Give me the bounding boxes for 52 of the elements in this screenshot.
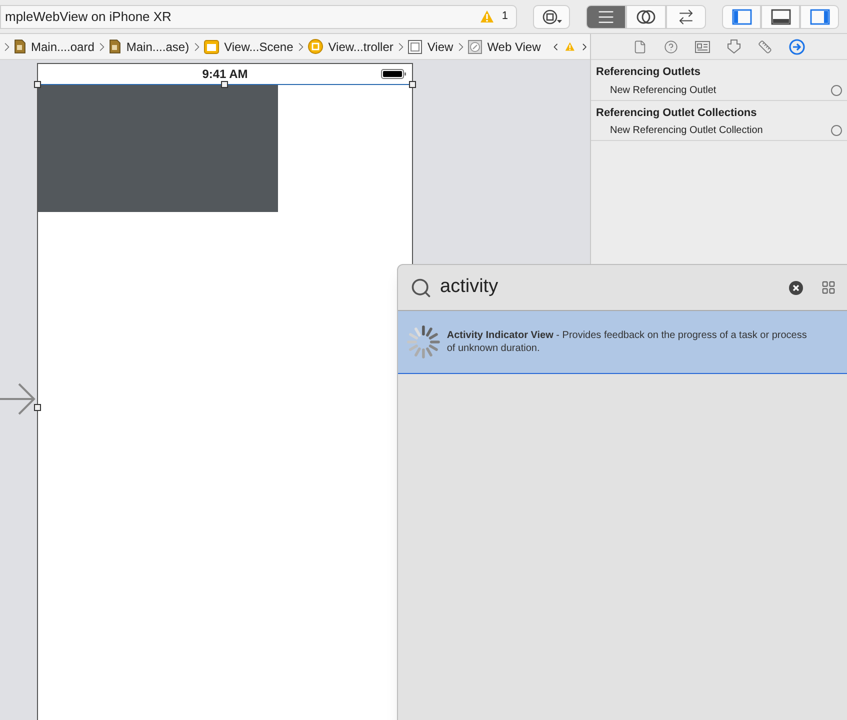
search-field[interactable]: activity: [440, 273, 781, 302]
library-result[interactable]: Activity Indicator View - Provides feedback on the progress of a task or process of unknown duration.: [398, 311, 847, 374]
panel-toggle[interactable]: [722, 4, 761, 28]
compass-icon: [468, 40, 482, 54]
grid-view-icon[interactable]: [821, 280, 836, 295]
editor-mode-tab[interactable]: [626, 4, 666, 28]
breadcrumb-item[interactable]: View: [408, 38, 454, 56]
document-icon: [109, 39, 122, 54]
breadcrumb-item[interactable]: Main....ase): [109, 38, 190, 56]
editor-mode-tab[interactable]: [666, 4, 706, 28]
status-time: 9:41 AM: [202, 66, 248, 83]
scene-icon: [204, 40, 220, 54]
panel-layout-icon: [810, 8, 830, 24]
arrow-circle-icon[interactable]: [789, 38, 805, 54]
scheme-field[interactable]: mpleWebView on iPhone XR 1: [0, 4, 518, 28]
target-dropdown-icon: [540, 8, 563, 24]
document-icon: [14, 39, 26, 54]
warning-icon: [480, 10, 494, 23]
resize-handle[interactable]: [34, 404, 41, 411]
breadcrumb-item[interactable]: Web View: [468, 38, 542, 56]
section-title: Referencing Outlets: [595, 65, 702, 80]
search-icon: [410, 276, 432, 298]
entry-arrow-icon: [0, 382, 36, 416]
resize-handle[interactable]: [34, 81, 41, 88]
overlapping-circles-icon: [636, 8, 656, 24]
arrows-icon: [677, 8, 695, 26]
section-title: Referencing Outlet Collections: [595, 106, 758, 120]
id-card-icon[interactable]: [695, 40, 710, 52]
resize-handle[interactable]: [221, 81, 228, 88]
result-description: Activity Indicator View - Provides feedback on the progress of a task or process of unknown duration.: [446, 329, 808, 355]
controller-icon: [308, 39, 324, 54]
file-icon[interactable]: [633, 40, 647, 54]
outlet-label: New Referencing Outlet: [610, 84, 716, 98]
panel-layout-icon: [732, 8, 752, 24]
editor-mode-tab[interactable]: [586, 4, 626, 28]
breadcrumb-item[interactable]: Main....oard: [14, 38, 96, 56]
panel-toggle[interactable]: [800, 4, 839, 28]
warning-count: 1: [502, 9, 508, 24]
help-icon[interactable]: [664, 40, 678, 54]
breadcrumb-item[interactable]: View...troller: [308, 38, 394, 56]
panel-toggle[interactable]: [761, 4, 800, 28]
battery-icon: [381, 69, 407, 79]
resize-handle[interactable]: [409, 81, 416, 88]
clear-icon[interactable]: [789, 280, 803, 294]
outlet-label: New Referencing Outlet Collection: [610, 124, 763, 138]
scheme-title: mpleWebView on iPhone XR: [5, 8, 172, 26]
view-icon: [408, 40, 422, 54]
warning-icon: [564, 40, 575, 53]
breakpoint-menu-button[interactable]: [533, 4, 570, 28]
breadcrumb-item[interactable]: View...Scene: [204, 38, 294, 56]
panel-layout-icon: [770, 8, 790, 24]
ruler-icon[interactable]: [758, 40, 772, 54]
